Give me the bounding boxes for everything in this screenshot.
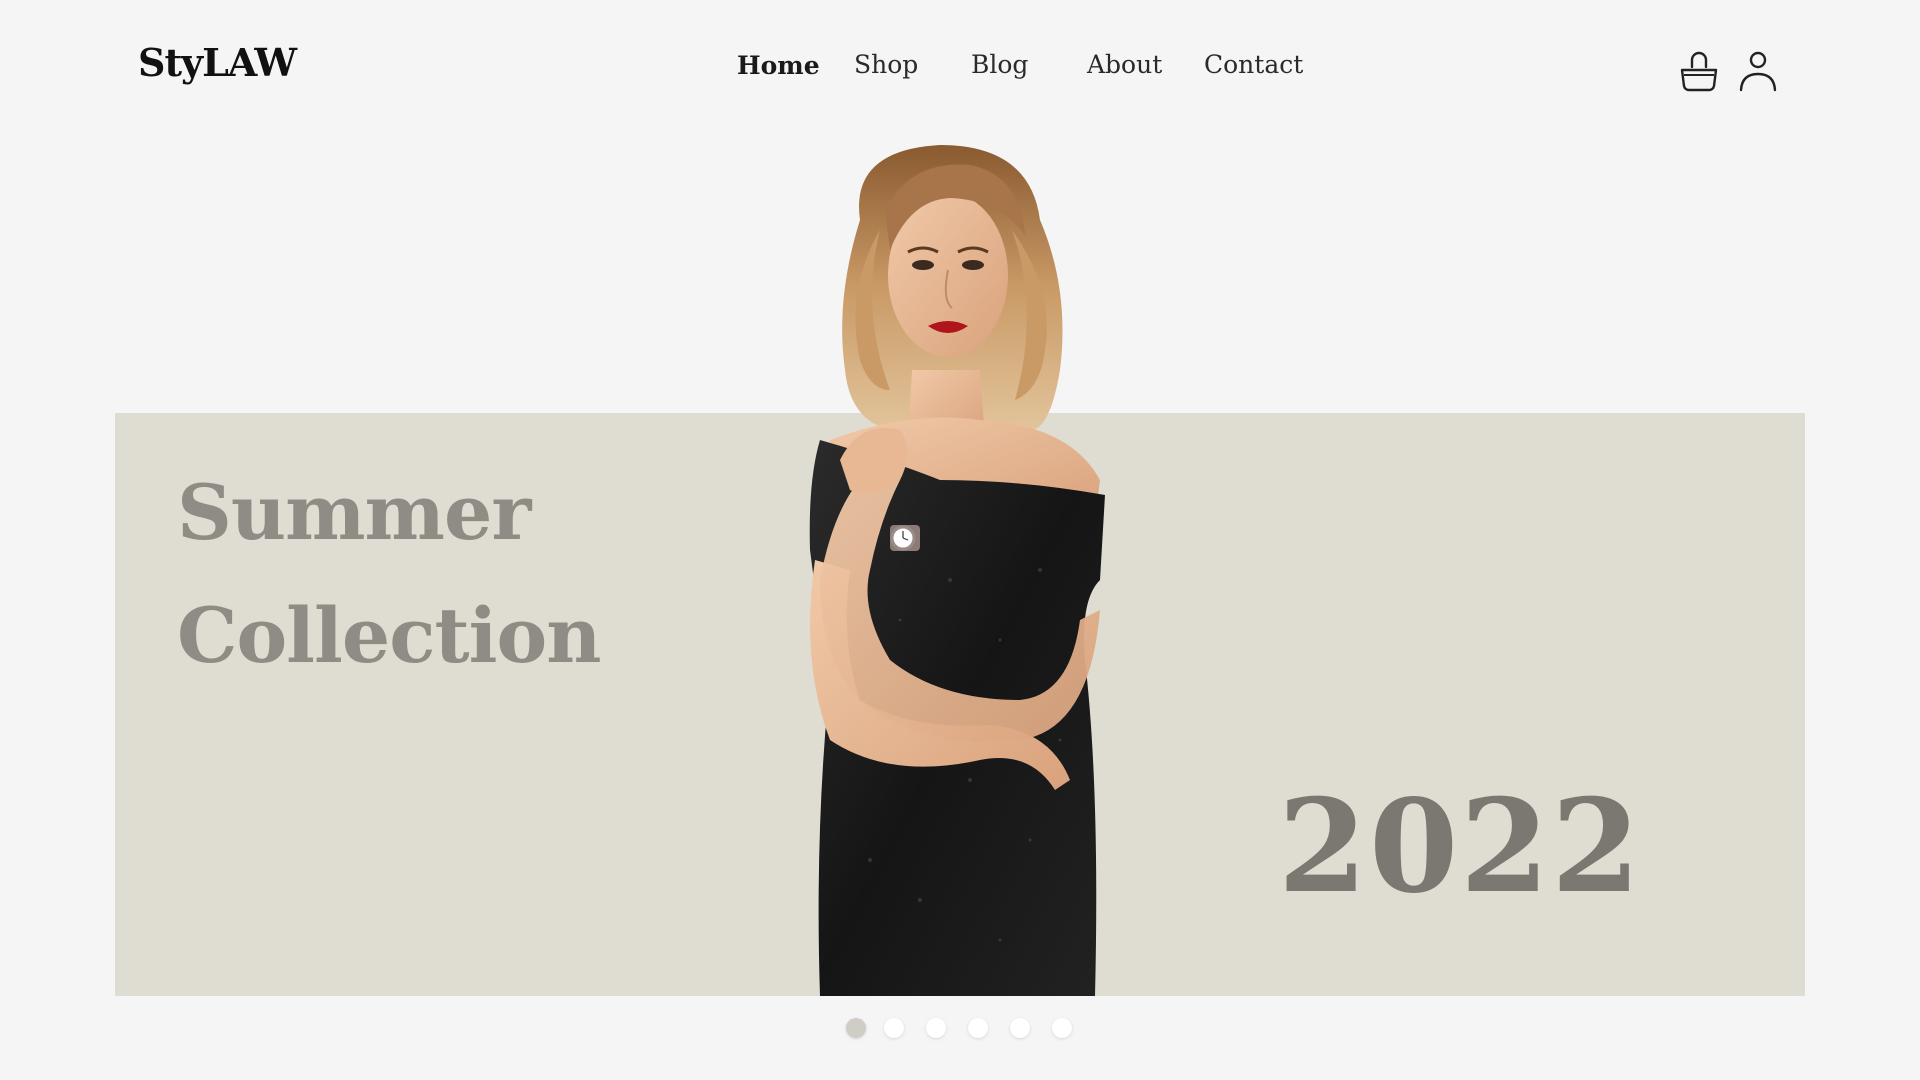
hero-year: 2022	[1278, 772, 1643, 922]
hero-title-line-1: Summer	[177, 468, 531, 557]
carousel-dot-4[interactable]	[968, 1018, 988, 1038]
brand-logo[interactable]: StyLAW	[138, 40, 297, 85]
carousel-dots	[846, 1018, 1086, 1040]
nav-item-shop[interactable]: Shop	[854, 50, 918, 79]
main-nav: Home Shop Blog About Contact	[700, 50, 1350, 90]
nav-item-about[interactable]: About	[1087, 50, 1162, 79]
carousel-dot-5[interactable]	[1010, 1018, 1030, 1038]
carousel-dot-6[interactable]	[1052, 1018, 1072, 1038]
carousel-dot-2[interactable]	[884, 1018, 904, 1038]
carousel-dot-1[interactable]	[846, 1018, 866, 1038]
landing-page: StyLAW Home Shop Blog About Contact Summ…	[0, 0, 1920, 1080]
nav-item-contact[interactable]: Contact	[1204, 50, 1303, 79]
nav-item-blog[interactable]: Blog	[971, 50, 1028, 79]
hero-title-line-2: Collection	[177, 591, 601, 680]
nav-item-home[interactable]: Home	[737, 51, 820, 80]
shopping-basket-icon[interactable]	[1677, 46, 1721, 94]
carousel-dot-3[interactable]	[926, 1018, 946, 1038]
user-icon[interactable]	[1736, 46, 1780, 94]
hero-model-image	[740, 140, 1180, 996]
